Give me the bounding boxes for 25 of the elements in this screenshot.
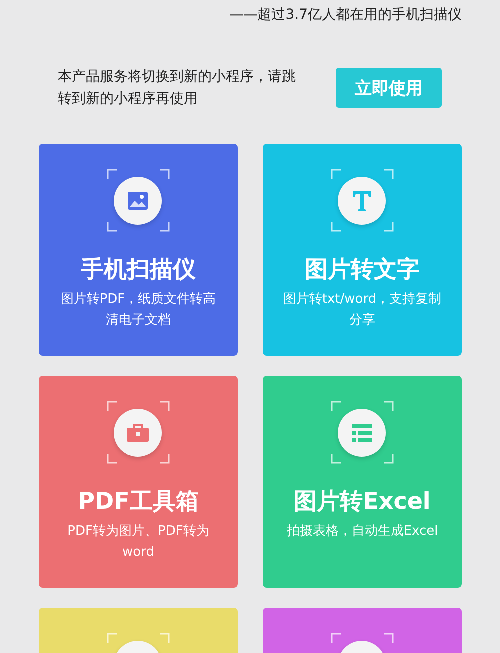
card-title: 手机扫描仪 (81, 256, 196, 285)
tagline: ——超过3.7亿人都在用的手机扫描仪 (228, 6, 463, 25)
feature-card[interactable]: 手机扫描仪 图片转PDF，纸质文件转高清电子文档 (39, 144, 238, 356)
feature-card[interactable]: 图片转Excel 拍摄表格，自动生成Excel (263, 376, 462, 588)
feature-card[interactable]: PDF工具箱 PDF转为图片、PDF转为word (39, 376, 238, 588)
scan-frame-icon (331, 401, 394, 464)
letter-t-icon (352, 190, 372, 212)
image-icon (127, 191, 149, 211)
scan-frame-icon (107, 401, 170, 464)
use-now-button[interactable]: 立即使用 (336, 68, 442, 108)
card-title: 图片转文字 (305, 256, 420, 285)
scan-frame-icon (107, 169, 170, 232)
scan-frame-icon (107, 633, 170, 644)
toolbox-icon (126, 423, 150, 443)
card-description: PDF转为图片、PDF转为word (66, 523, 210, 562)
card-description: 拍摄表格，自动生成Excel (286, 523, 440, 541)
card-description: 图片转PDF，纸质文件转高清电子文档 (60, 291, 218, 330)
card-title: 图片转Excel (294, 488, 431, 517)
scan-frame-icon (331, 633, 394, 644)
card-title: PDF工具箱 (78, 488, 199, 517)
scan-frame-icon (331, 169, 394, 232)
notice-text: 本产品服务将切换到新的小程序，请跳转到新的小程序再使用 (58, 68, 297, 109)
feature-card[interactable]: 图片转文字 图片转txt/word，支持复制分享 (263, 144, 462, 356)
card-description: 图片转txt/word，支持复制分享 (282, 291, 442, 330)
table-icon (351, 424, 373, 442)
